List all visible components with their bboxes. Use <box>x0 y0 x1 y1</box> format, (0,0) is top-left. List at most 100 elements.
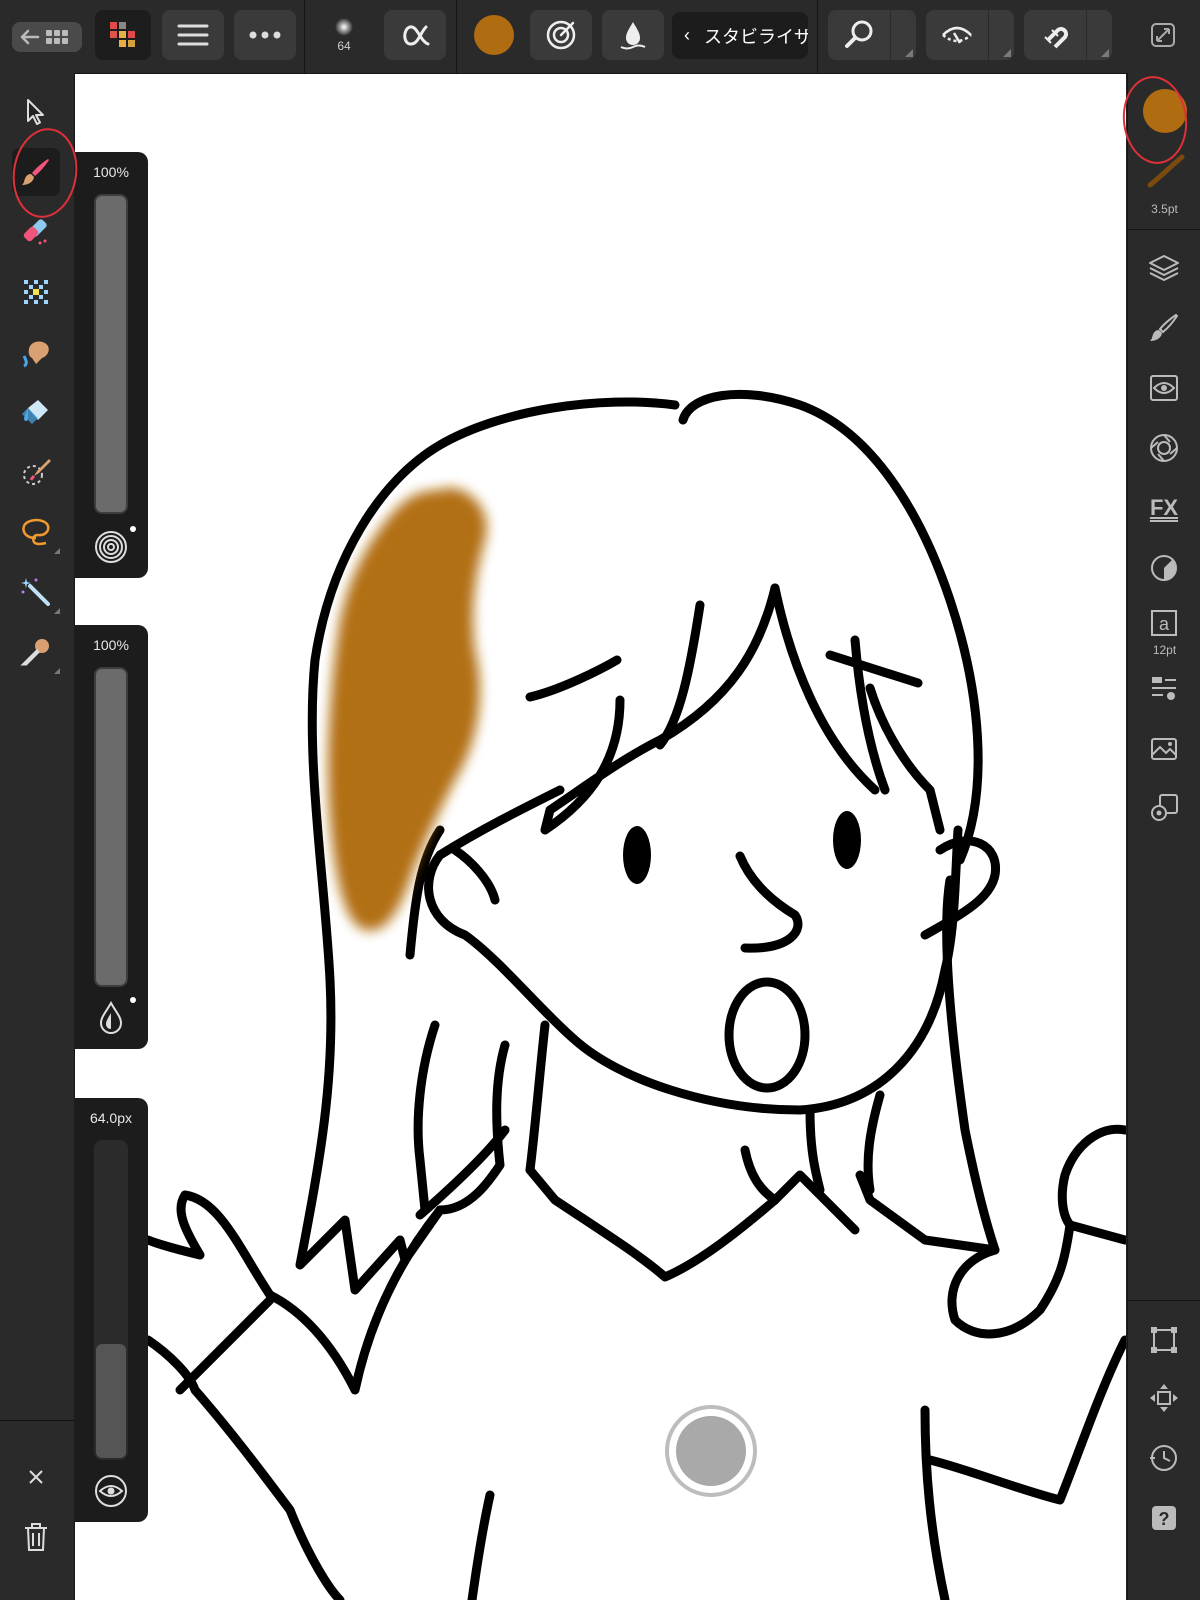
image-icon <box>1151 738 1177 760</box>
pixel-grid-icon <box>24 280 48 304</box>
right-studio-panel: 3.5pt FX a 12pt ? <box>1127 73 1200 1600</box>
fullscreen-button[interactable] <box>1146 10 1180 60</box>
menu-icon <box>177 24 209 46</box>
brushes-studio-button[interactable] <box>1141 305 1187 351</box>
svg-text:?: ? <box>1159 1509 1170 1529</box>
transform-icon <box>1151 1327 1177 1353</box>
selection-brush-tool[interactable] <box>12 448 60 496</box>
settings-gear-icon <box>1151 794 1178 821</box>
studio-icon <box>110 22 135 47</box>
drawing-canvas[interactable] <box>75 74 1126 1600</box>
menu-button[interactable] <box>162 10 224 60</box>
layers-studio-button[interactable] <box>1141 245 1187 291</box>
magic-wand-tool[interactable] <box>12 568 60 616</box>
stabilizer-label: スタビライザ <box>704 26 808 47</box>
zoom-icon <box>845 20 873 48</box>
smudge-tool[interactable] <box>12 328 60 376</box>
brush-preview-icon <box>335 18 353 36</box>
trash-icon <box>25 1523 47 1551</box>
flow-value: 100% <box>93 637 129 653</box>
spiral-icon[interactable] <box>92 528 130 566</box>
adjustments-icon <box>1150 434 1178 462</box>
size-track[interactable] <box>94 1140 128 1460</box>
stroke-width-label: 3.5pt <box>1151 202 1178 216</box>
pointer-icon <box>27 99 44 125</box>
top-toolbar: 64 ‹ スタビライザ <box>0 0 1200 74</box>
help-icon: ? <box>1152 1506 1176 1530</box>
lasso-icon <box>22 518 50 546</box>
history-icon <box>1150 1445 1177 1471</box>
fx-studio-button[interactable]: FX <box>1141 485 1187 531</box>
back-to-gallery-button[interactable] <box>12 22 82 52</box>
brushes-icon <box>1150 313 1179 341</box>
move-arrows-icon <box>1150 1384 1178 1412</box>
flow-slider[interactable]: 100% <box>74 625 148 1049</box>
close-icon <box>29 1470 43 1484</box>
magnet-icon <box>1044 27 1068 49</box>
studio-button[interactable] <box>95 10 151 60</box>
adjustments-studio-button[interactable] <box>1141 425 1187 471</box>
opacity-fill <box>96 196 126 512</box>
wet-edges-icon <box>620 22 646 50</box>
opacity-slider[interactable]: 100% <box>74 152 148 578</box>
layers-icon <box>1149 255 1179 281</box>
opacity-track[interactable] <box>94 194 128 514</box>
color-icon <box>1151 555 1177 581</box>
selection-brush-icon <box>23 459 51 485</box>
opacity-value: 100% <box>93 164 129 180</box>
flood-fill-tool[interactable] <box>12 388 60 436</box>
freehand-selection-tool[interactable] <box>12 508 60 556</box>
magic-wand-icon <box>21 578 50 606</box>
fx-icon: FX <box>1149 495 1179 520</box>
color-swatch-button[interactable] <box>468 10 520 60</box>
wet-edges-button[interactable] <box>602 10 664 60</box>
size-fill <box>96 1343 126 1458</box>
size-slider[interactable]: 64.0px <box>74 1098 148 1522</box>
view-mode-icon <box>942 26 972 44</box>
fullscreen-icon <box>1151 23 1175 47</box>
size-value: 64.0px <box>89 1110 133 1126</box>
transform-button[interactable] <box>1141 1317 1187 1363</box>
color-studio-button[interactable] <box>1141 545 1187 591</box>
brush-size-badge: 64 <box>337 39 351 53</box>
smudge-hand-icon <box>22 341 49 368</box>
snapping-target-icon <box>546 20 576 50</box>
move-arrows-button[interactable] <box>1141 1375 1187 1421</box>
text-style-icon: a <box>1151 610 1177 636</box>
color-swatch <box>474 15 514 55</box>
settings-studio-button[interactable] <box>1141 785 1187 831</box>
stabilizer-button[interactable]: ‹ スタビライザ <box>672 12 808 59</box>
paint-bucket-icon <box>22 400 48 424</box>
svg-text:a: a <box>1159 614 1170 634</box>
close-button[interactable] <box>12 1453 60 1501</box>
eye-icon[interactable] <box>92 1472 130 1510</box>
eraser-icon <box>23 219 47 245</box>
quick-menu-button[interactable] <box>665 1405 757 1497</box>
text-style-studio-button[interactable]: a <box>1141 603 1187 643</box>
help-button[interactable]: ? <box>1141 1495 1187 1541</box>
color-picker-tool[interactable] <box>12 628 60 676</box>
droplet-icon[interactable] <box>92 999 130 1037</box>
eyedropper-icon <box>20 639 49 666</box>
brush-preview-button[interactable]: 64 <box>318 10 370 60</box>
navigator-icon <box>1150 375 1178 401</box>
back-to-gallery-icon <box>20 29 68 45</box>
navigator-studio-button[interactable] <box>1141 365 1187 411</box>
artwork <box>143 389 1126 1600</box>
more-button[interactable] <box>234 10 296 60</box>
alignment-icon <box>1152 677 1176 700</box>
delete-button[interactable] <box>12 1513 60 1561</box>
paint-stroke <box>328 487 487 931</box>
history-button[interactable] <box>1141 1435 1187 1481</box>
opacity-alpha-button[interactable] <box>384 10 446 60</box>
left-tools-panel <box>0 73 75 1600</box>
pixel-tool[interactable] <box>12 268 60 316</box>
alignment-studio-button[interactable] <box>1141 665 1187 711</box>
snapping-target-button[interactable] <box>530 10 592 60</box>
opacity-alpha-icon <box>403 25 430 46</box>
image-studio-button[interactable] <box>1141 725 1187 771</box>
more-icon <box>249 31 281 39</box>
flow-track[interactable] <box>94 667 128 987</box>
stabilizer-chevron-icon: ‹ <box>684 25 690 45</box>
flow-fill <box>96 669 126 985</box>
